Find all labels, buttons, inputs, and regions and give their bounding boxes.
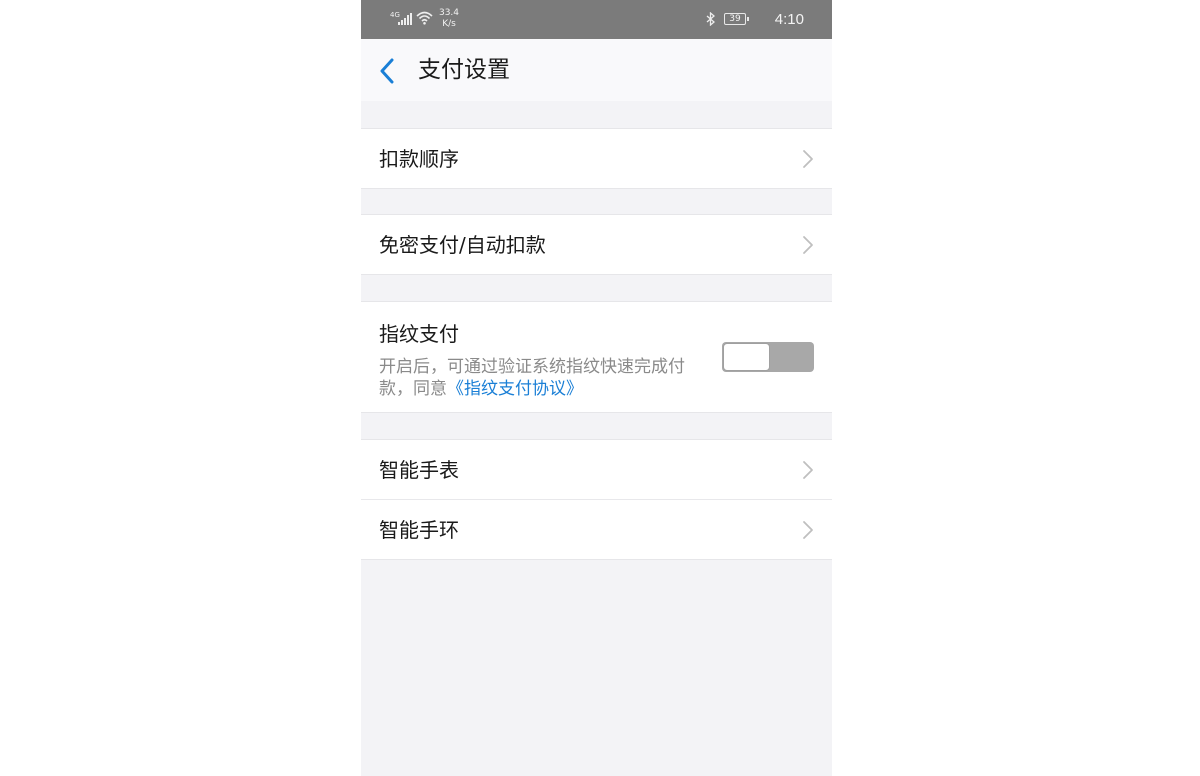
smart-band-item[interactable]: 智能手环	[361, 500, 832, 560]
status-bar: 4G 33.4 K/s 39 4:10	[361, 0, 832, 39]
password-free-payment-item[interactable]: 免密支付/自动扣款	[361, 214, 832, 275]
fingerprint-payment-title: 指纹支付	[379, 322, 459, 346]
chevron-left-icon	[380, 58, 394, 84]
smart-watch-item[interactable]: 智能手表	[361, 439, 832, 500]
clock: 4:10	[774, 11, 804, 28]
phone-screen: 4G 33.4 K/s 39 4:10 支付设置 扣款顺序 免密支付/自动扣款 …	[361, 0, 832, 776]
wifi-icon	[416, 11, 433, 25]
toggle-knob	[723, 343, 770, 371]
network-speed: 33.4 K/s	[437, 8, 461, 30]
chevron-right-icon	[803, 236, 813, 254]
fingerprint-payment-toggle[interactable]	[722, 342, 814, 372]
deduction-order-label: 扣款顺序	[379, 147, 459, 171]
title-bar: 支付设置	[361, 39, 832, 101]
network-speed-value: 33.4	[438, 8, 460, 18]
battery-icon: 39	[724, 13, 749, 25]
fingerprint-payment-description: 开启后，可通过验证系统指纹快速完成付款，同意《指纹支付协议》	[379, 356, 709, 400]
bluetooth-icon	[706, 12, 715, 26]
deduction-order-item[interactable]: 扣款顺序	[361, 128, 832, 189]
chevron-right-icon	[803, 461, 813, 479]
network-speed-unit: K/s	[442, 19, 456, 29]
password-free-payment-label: 免密支付/自动扣款	[379, 233, 546, 257]
smart-band-label: 智能手环	[379, 518, 459, 542]
chevron-right-icon	[803, 150, 813, 168]
smart-watch-label: 智能手表	[379, 458, 459, 482]
fingerprint-payment-item: 指纹支付 开启后，可通过验证系统指纹快速完成付款，同意《指纹支付协议》	[361, 301, 832, 413]
signal-icon	[398, 13, 412, 25]
fingerprint-agreement-link[interactable]: 《指纹支付协议》	[447, 379, 583, 399]
chevron-right-icon	[803, 521, 813, 539]
battery-level: 39	[729, 14, 741, 24]
back-button[interactable]	[375, 55, 405, 85]
page-title: 支付设置	[418, 57, 510, 83]
